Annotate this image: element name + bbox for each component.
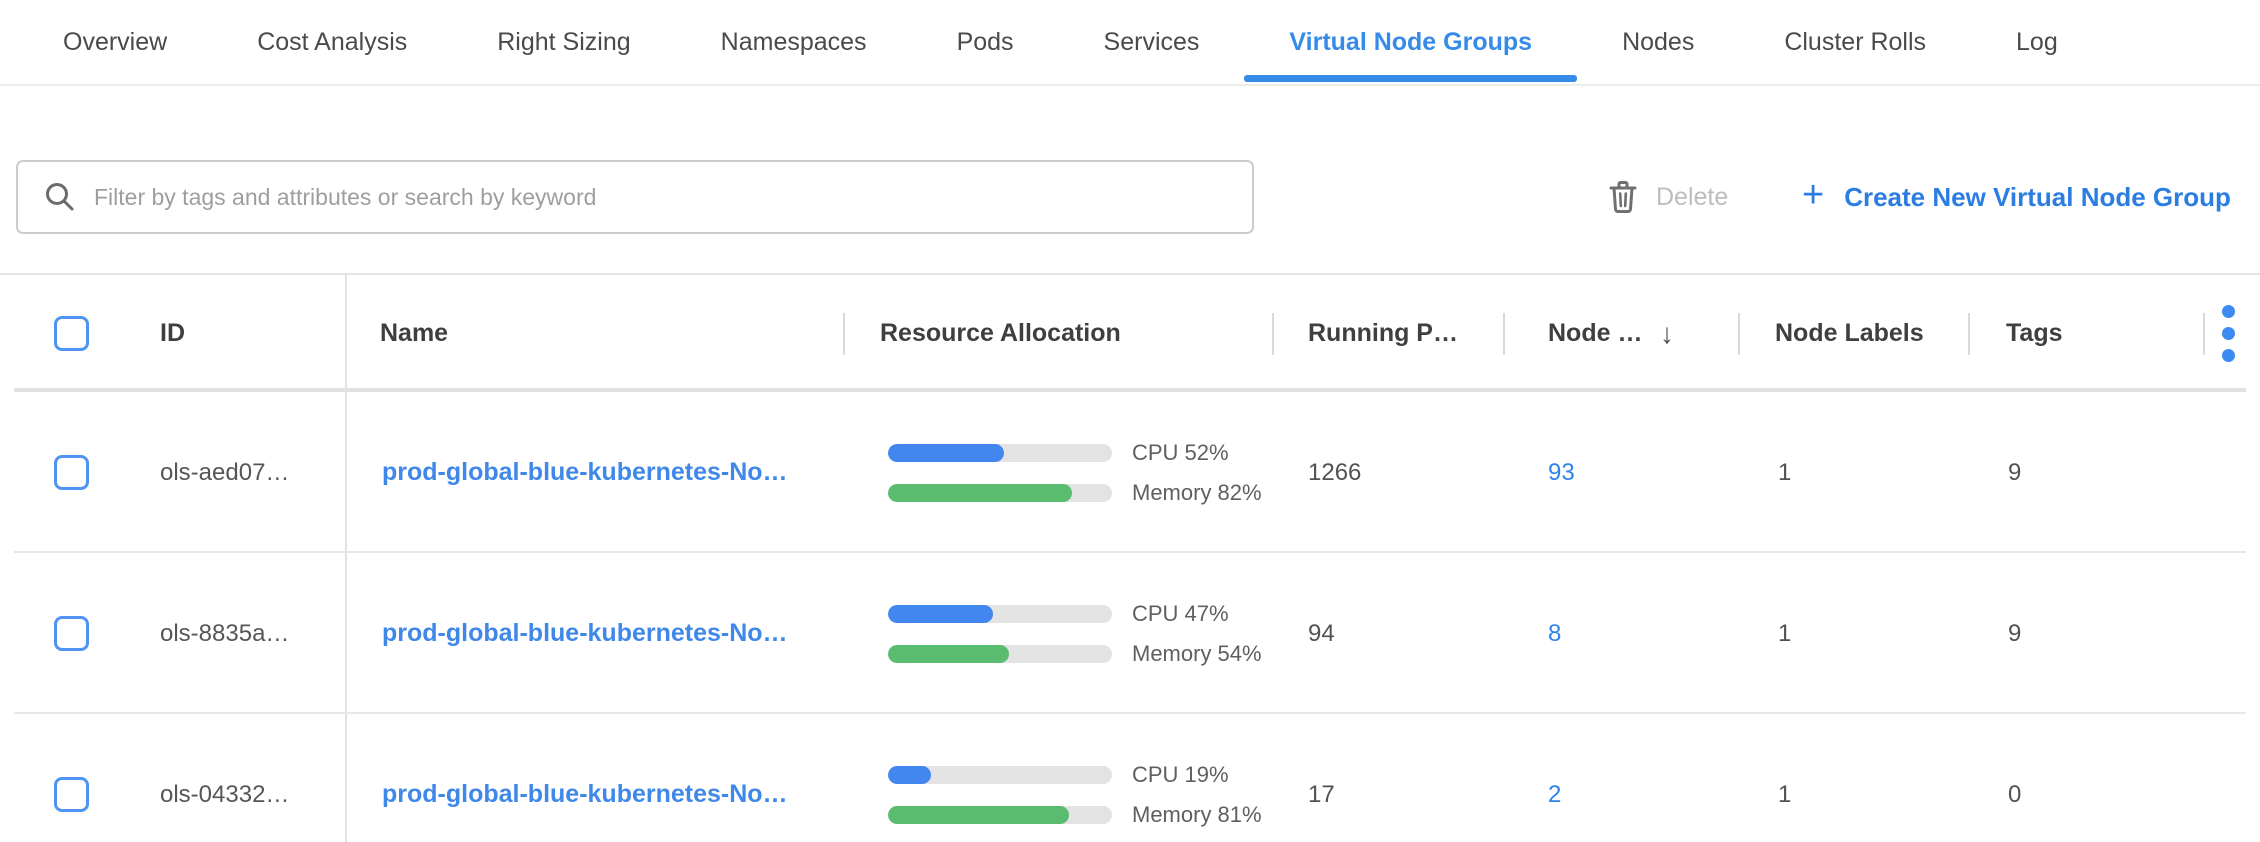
cpu-percent-label: CPU 19% [1132, 766, 1262, 784]
cpu-bar-track [888, 766, 1112, 784]
running-pods-value: 17 [1308, 714, 1335, 842]
header-resource-allocation[interactable]: Resource Allocation [880, 275, 1121, 392]
cpu-percent-label: CPU 47% [1132, 605, 1262, 623]
cpu-bar-fill [888, 766, 931, 784]
memory-bar-fill [888, 484, 1072, 502]
header-node-labels[interactable]: Node Labels [1775, 275, 1924, 392]
row-checkbox[interactable] [54, 455, 89, 490]
tags-value: 0 [2008, 714, 2021, 842]
tab-namespaces[interactable]: Namespaces [676, 0, 912, 84]
select-all-checkbox[interactable] [54, 316, 89, 351]
vng-name-link[interactable]: prod-global-blue-kubernetes-No… [382, 780, 788, 809]
header-separator [2203, 313, 2205, 355]
resource-allocation-labels: CPU 47% Memory 54% [1132, 605, 1262, 663]
running-pods-value: 94 [1308, 553, 1335, 714]
tab-overview[interactable]: Overview [18, 0, 212, 84]
nodes-count-link[interactable]: 2 [1548, 781, 1561, 809]
table-row: ols-04332… prod-global-blue-kubernetes-N… [0, 714, 2260, 842]
memory-percent-label: Memory 81% [1132, 806, 1262, 824]
header-nodes[interactable]: Node … [1548, 275, 1642, 392]
delete-button-label: Delete [1656, 183, 1728, 212]
memory-bar-track [888, 484, 1112, 502]
table-row: ols-aed07… prod-global-blue-kubernetes-N… [0, 392, 2260, 553]
filter-search-input[interactable] [18, 162, 1252, 232]
tab-nodes[interactable]: Nodes [1577, 0, 1739, 84]
memory-bar-track [888, 806, 1112, 824]
table-row: ols-8835a… prod-global-blue-kubernetes-N… [0, 553, 2260, 714]
tags-value: 9 [2008, 392, 2021, 553]
tab-cluster-rolls[interactable]: Cluster Rolls [1739, 0, 1971, 84]
node-labels-value: 1 [1778, 714, 1791, 842]
resource-allocation-bars [888, 766, 1112, 824]
row-checkbox[interactable] [54, 616, 89, 651]
table-header-row: ID Name Resource Allocation Running P… N… [0, 275, 2260, 392]
row-checkbox[interactable] [54, 777, 89, 812]
toolbar: Delete + Create New Virtual Node Group [0, 160, 2260, 234]
tab-pods[interactable]: Pods [912, 0, 1059, 84]
create-virtual-node-group-button[interactable]: + Create New Virtual Node Group [1802, 160, 2231, 234]
nodes-count-link[interactable]: 93 [1548, 459, 1575, 487]
memory-percent-label: Memory 54% [1132, 645, 1262, 663]
delete-button[interactable]: Delete [1608, 160, 1728, 234]
kebab-dot [2222, 349, 2235, 362]
kebab-dot [2222, 327, 2235, 340]
cpu-bar-track [888, 605, 1112, 623]
cpu-bar-fill [888, 605, 993, 623]
header-tags[interactable]: Tags [2006, 275, 2063, 392]
node-labels-value: 1 [1778, 392, 1791, 553]
header-separator [1738, 313, 1740, 355]
header-id[interactable]: ID [160, 275, 185, 392]
memory-bar-track [888, 645, 1112, 663]
vng-id: ols-8835a… [160, 553, 289, 714]
cpu-percent-label: CPU 52% [1132, 444, 1262, 462]
vng-id: ols-aed07… [160, 392, 289, 553]
memory-bar-fill [888, 645, 1009, 663]
tab-right-sizing[interactable]: Right Sizing [452, 0, 675, 84]
vng-name-link[interactable]: prod-global-blue-kubernetes-No… [382, 619, 788, 648]
node-labels-value: 1 [1778, 553, 1791, 714]
tab-virtual-node-groups[interactable]: Virtual Node Groups [1244, 0, 1577, 84]
filter-search-box [16, 160, 1254, 234]
header-running-pods[interactable]: Running P… [1308, 275, 1458, 392]
header-separator [1968, 313, 1970, 355]
plus-icon: + [1802, 176, 1824, 214]
vng-name-link[interactable]: prod-global-blue-kubernetes-No… [382, 458, 788, 487]
memory-bar-fill [888, 806, 1069, 824]
kebab-dot [2222, 305, 2235, 318]
tab-cost-analysis[interactable]: Cost Analysis [212, 0, 452, 84]
resource-allocation-labels: CPU 52% Memory 82% [1132, 444, 1262, 502]
header-separator [1503, 313, 1505, 355]
sort-descending-icon[interactable]: ↓ [1660, 275, 1674, 392]
cpu-bar-track [888, 444, 1112, 462]
virtual-node-groups-table: ID Name Resource Allocation Running P… N… [0, 273, 2260, 842]
resource-allocation-labels: CPU 19% Memory 81% [1132, 766, 1262, 824]
nodes-count-link[interactable]: 8 [1548, 620, 1561, 648]
create-button-label: Create New Virtual Node Group [1844, 182, 2231, 213]
resource-allocation-bars [888, 605, 1112, 663]
memory-percent-label: Memory 82% [1132, 484, 1262, 502]
trash-icon [1608, 180, 1638, 214]
resource-allocation-bars [888, 444, 1112, 502]
header-separator [1272, 313, 1274, 355]
column-options-menu-icon[interactable] [2222, 275, 2235, 392]
header-separator [843, 313, 845, 355]
search-icon [42, 179, 78, 215]
running-pods-value: 1266 [1308, 392, 1361, 553]
main-tab-bar: Overview Cost Analysis Right Sizing Name… [0, 0, 2260, 86]
tags-value: 9 [2008, 553, 2021, 714]
vng-id: ols-04332… [160, 714, 289, 842]
cpu-bar-fill [888, 444, 1004, 462]
tab-log[interactable]: Log [1971, 0, 2103, 84]
header-name[interactable]: Name [380, 275, 448, 392]
tab-services[interactable]: Services [1059, 0, 1245, 84]
